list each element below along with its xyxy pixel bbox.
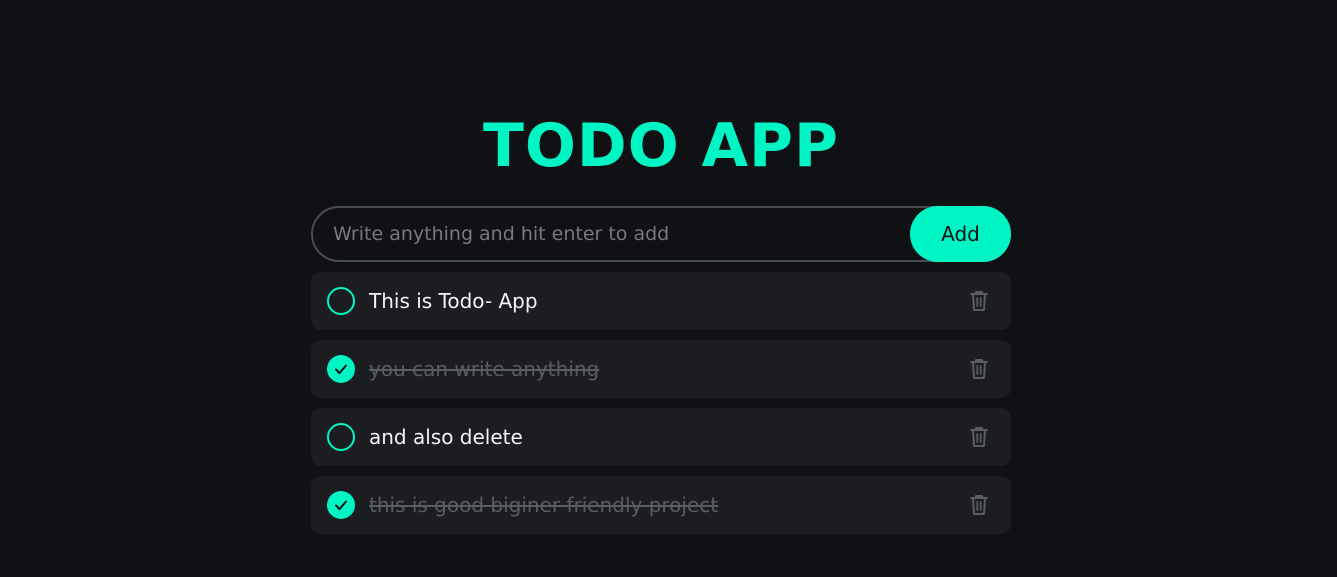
trash-icon[interactable] [969,358,989,380]
todo-text: This is Todo- App [369,289,538,313]
todo-item: you can write anything [311,340,1011,398]
checkmark-icon [335,500,347,510]
todo-item: and also delete [311,408,1011,466]
trash-icon[interactable] [969,426,989,448]
add-todo-form: Add [311,206,1011,262]
add-button[interactable]: Add [910,206,1011,262]
trash-glyph [970,291,988,311]
checkmark-icon [335,364,347,374]
trash-glyph [970,427,988,447]
circle-icon[interactable] [327,423,355,451]
trash-glyph [970,359,988,379]
todo-item: This is Todo- App [311,272,1011,330]
todo-text: you can write anything [369,357,600,381]
todo-list: This is Todo- App you can write anything… [311,272,1011,544]
check-circle-icon[interactable] [327,355,355,383]
app-title: TODO APP [482,111,840,181]
check-circle-icon[interactable] [327,491,355,519]
todo-input[interactable] [311,206,1011,262]
todo-text: this is good biginer friendly project [369,493,719,517]
trash-icon[interactable] [969,290,989,312]
todo-item: this is good biginer friendly project [311,476,1011,534]
trash-icon[interactable] [969,494,989,516]
circle-icon[interactable] [327,287,355,315]
trash-glyph [970,495,988,515]
todo-text: and also delete [369,425,523,449]
